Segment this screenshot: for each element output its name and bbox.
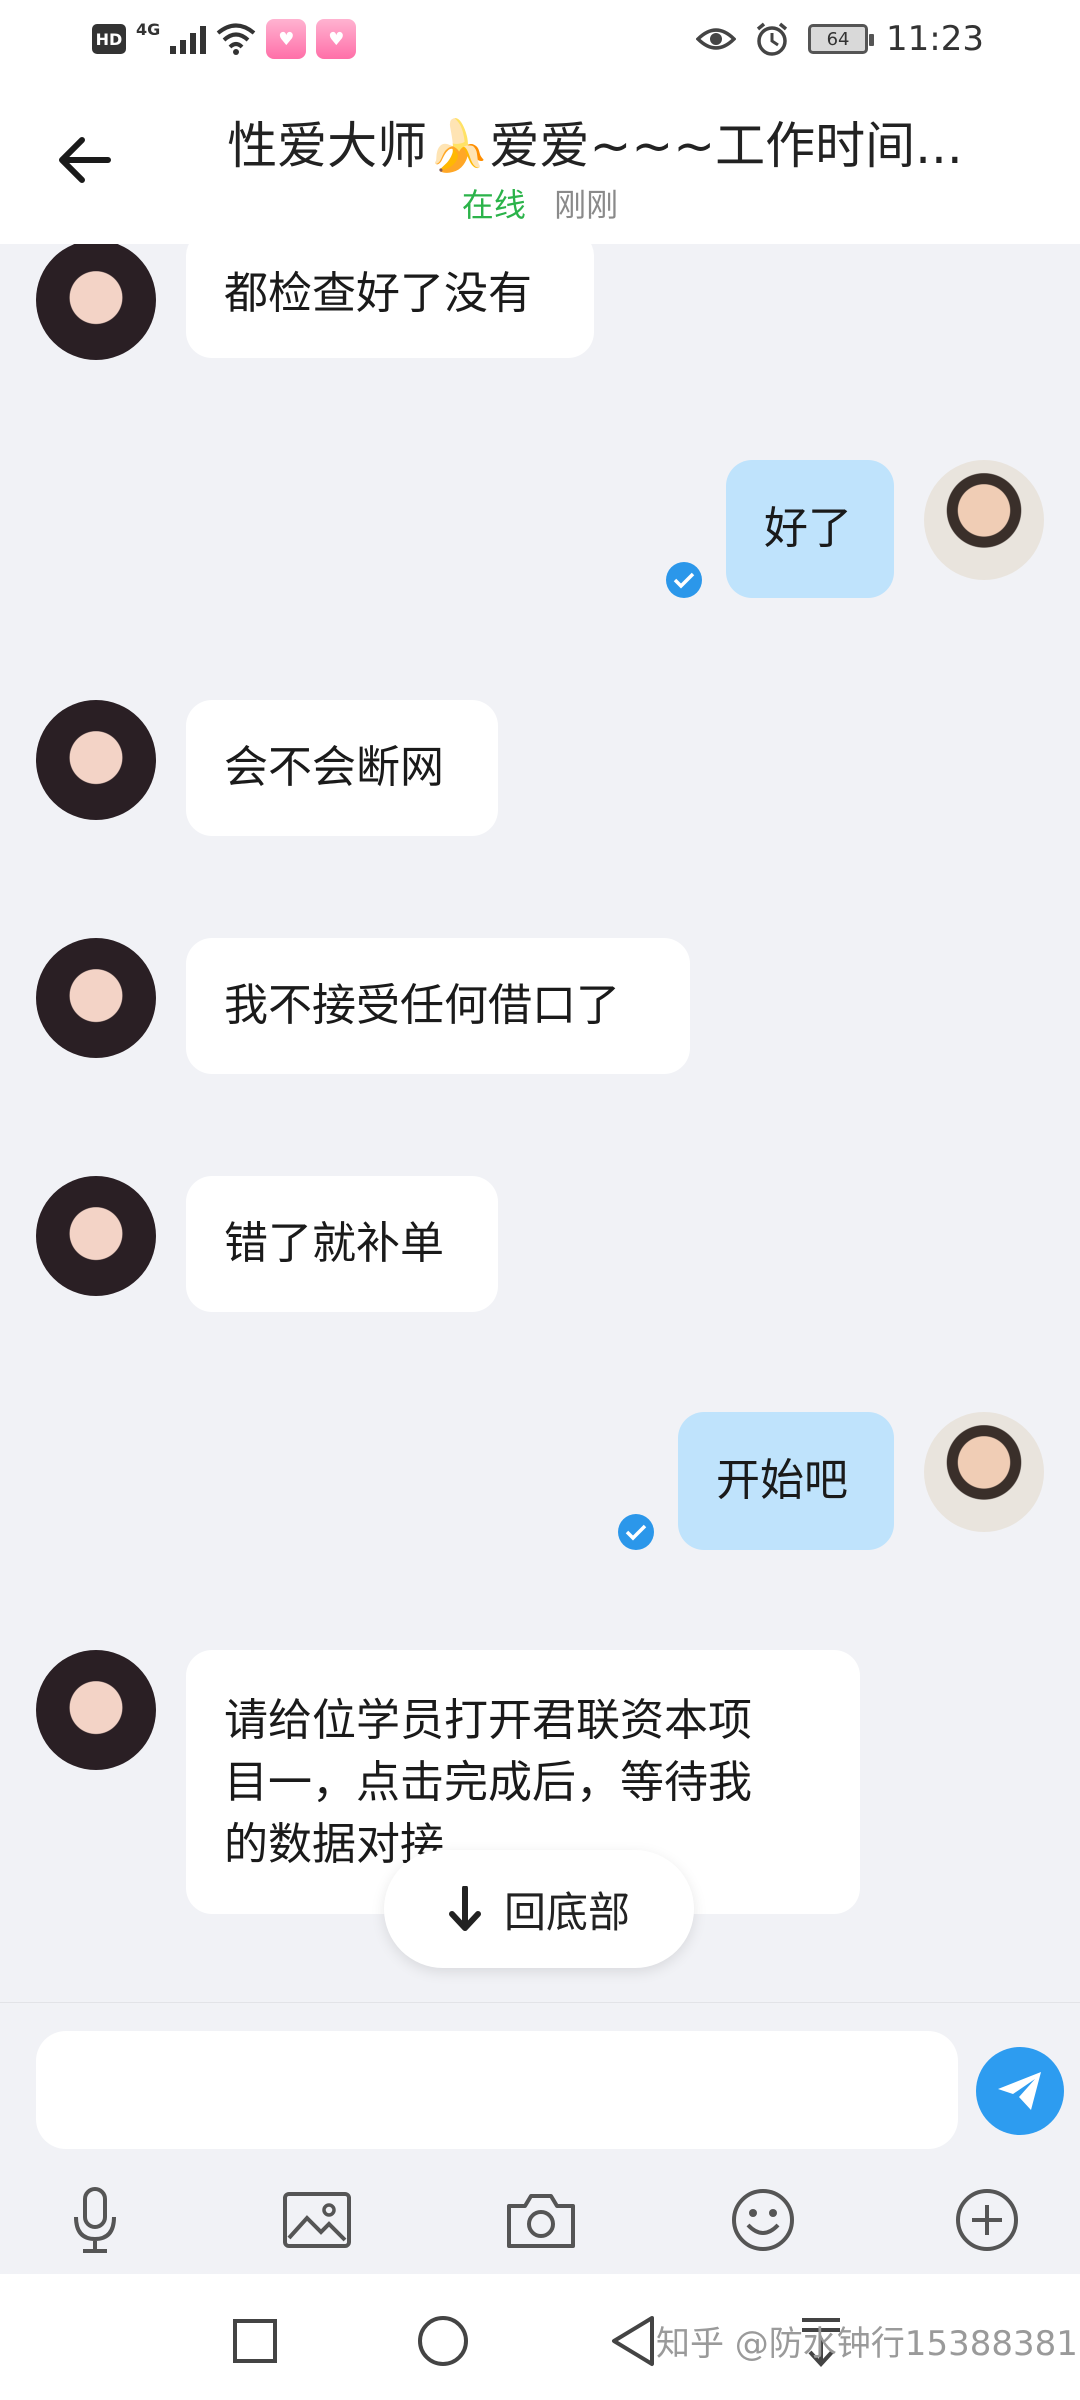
recents-button[interactable]	[210, 2296, 300, 2386]
more-button[interactable]	[942, 2175, 1032, 2265]
clock: 11:23	[886, 19, 984, 59]
app-notification-icon: ♥	[266, 19, 307, 59]
eye-icon	[696, 28, 737, 50]
my-avatar[interactable]	[924, 1412, 1044, 1532]
contact-avatar[interactable]	[36, 1176, 156, 1296]
message-text: 我不接受任何借口了	[224, 980, 620, 1031]
camera-button[interactable]	[496, 2175, 586, 2265]
voice-button[interactable]	[50, 2175, 140, 2265]
wifi-icon	[216, 23, 256, 55]
message-text: 好了	[764, 503, 852, 554]
watermark: 知乎 @防水钟行15388381...	[656, 2324, 1080, 2364]
composer-toolbar	[0, 2175, 1080, 2265]
circle-icon	[418, 2316, 468, 2366]
chat-header: 性爱大师🍌爱爱~~~工作时间... 在线 刚刚	[0, 80, 1080, 244]
status-bar: HD 4G ♥ ♥ 64 11:23	[0, 0, 1080, 80]
send-icon	[998, 2072, 1041, 2110]
presence-status: 在线 刚刚	[0, 180, 1080, 226]
arrow-down-icon	[448, 1886, 481, 1931]
message-text: 错了就补单	[224, 1218, 444, 1269]
contact-avatar[interactable]	[36, 938, 156, 1058]
emoji-icon	[732, 2189, 794, 2251]
hd-badge: HD	[92, 24, 126, 54]
message-text: 都检查好了没有	[224, 268, 532, 319]
square-icon	[233, 2319, 277, 2363]
battery-icon: 64	[808, 24, 875, 54]
battery-level: 64	[826, 28, 850, 50]
chat-title[interactable]: 性爱大师🍌爱爱~~~工作时间...	[210, 106, 980, 178]
online-status: 在线	[461, 186, 526, 224]
message-list[interactable]: 都检查好了没有 好了 会不会断网 我不接受任何借口了 错了就补单 开始吧 请给位…	[0, 244, 1080, 2002]
alarm-icon	[756, 22, 788, 56]
composer	[0, 2002, 1080, 2274]
message-bubble[interactable]: 错了就补单	[186, 1176, 498, 1312]
last-seen: 刚刚	[554, 186, 619, 224]
read-check-icon	[618, 1514, 654, 1550]
message-bubble[interactable]: 好了	[726, 460, 894, 598]
message-text: 开始吧	[716, 1455, 848, 1506]
gallery-button[interactable]	[272, 2175, 362, 2265]
read-check-icon	[666, 562, 702, 598]
mic-icon	[74, 2187, 116, 2253]
message-bubble[interactable]: 开始吧	[678, 1412, 894, 1550]
arrow-left-icon	[59, 137, 111, 183]
image-icon	[283, 2192, 351, 2248]
message-line: 请给位学员打开君联资本项	[224, 1695, 752, 1746]
camera-icon	[507, 2194, 575, 2248]
contact-avatar[interactable]	[36, 700, 156, 820]
message-bubble[interactable]: 会不会断网	[186, 700, 498, 836]
emoji-button[interactable]	[718, 2175, 808, 2265]
app-notification-icon: ♥	[316, 19, 357, 59]
message-bubble[interactable]: 我不接受任何借口了	[186, 938, 690, 1074]
scroll-to-bottom-button[interactable]: 回底部	[384, 1850, 694, 1968]
triangle-back-icon	[612, 2316, 654, 2366]
network-type: 4G	[136, 19, 161, 39]
status-left: HD 4G ♥ ♥	[92, 18, 357, 60]
contact-avatar[interactable]	[36, 1650, 156, 1770]
message-text: 会不会断网	[224, 742, 444, 793]
system-nav-bar: 知乎 @防水钟行15388381...	[0, 2274, 1080, 2400]
status-right: 64 11:23	[696, 16, 984, 62]
my-avatar[interactable]	[924, 460, 1044, 580]
signal-icon	[170, 24, 207, 54]
send-button[interactable]	[976, 2047, 1064, 2135]
plus-icon	[956, 2189, 1018, 2251]
home-button[interactable]	[398, 2296, 488, 2386]
message-bubble[interactable]: 都检查好了没有	[186, 244, 594, 358]
scroll-to-bottom-label: 回底部	[503, 1887, 630, 1937]
contact-avatar[interactable]	[36, 244, 156, 360]
message-input[interactable]	[36, 2031, 958, 2149]
message-line: 目一，点击完成后，等待我	[224, 1757, 752, 1808]
